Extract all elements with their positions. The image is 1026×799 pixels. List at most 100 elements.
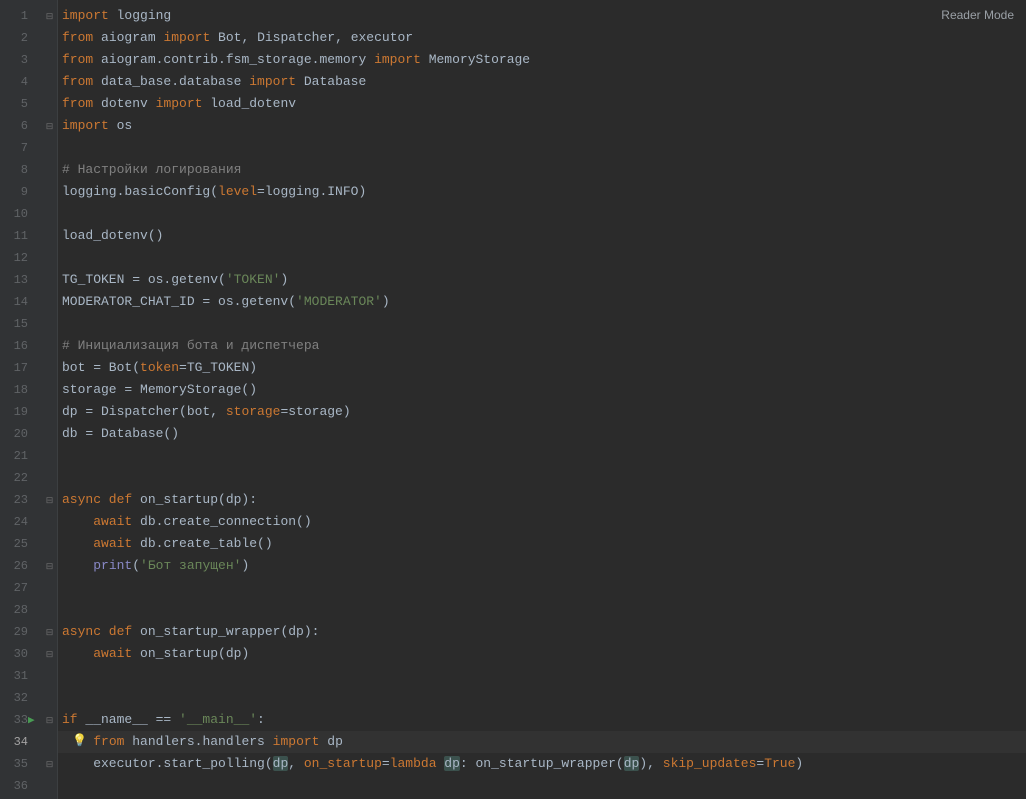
- code-line[interactable]: TG_TOKEN = os.getenv('TOKEN'): [58, 269, 1026, 291]
- fold-marker: [42, 27, 57, 49]
- line-number: 10: [0, 203, 42, 225]
- line-number: 12: [0, 247, 42, 269]
- code-line[interactable]: import logging: [58, 5, 1026, 27]
- run-gutter-icon[interactable]: ▶: [28, 713, 35, 727]
- fold-marker: [42, 401, 57, 423]
- line-number: 15: [0, 313, 42, 335]
- line-number: 24: [0, 511, 42, 533]
- line-number: 3: [0, 49, 42, 71]
- line-number: 36: [0, 775, 42, 797]
- code-line[interactable]: storage = MemoryStorage(): [58, 379, 1026, 401]
- code-line[interactable]: print('Бот запущен'): [58, 555, 1026, 577]
- line-number: 31: [0, 665, 42, 687]
- fold-marker: [42, 687, 57, 709]
- code-line[interactable]: load_dotenv(): [58, 225, 1026, 247]
- fold-marker: [42, 577, 57, 599]
- fold-marker[interactable]: ⊟: [42, 753, 57, 775]
- code-line[interactable]: # Инициализация бота и диспетчера: [58, 335, 1026, 357]
- code-line[interactable]: if __name__ == '__main__':: [58, 709, 1026, 731]
- fold-marker: [42, 291, 57, 313]
- fold-marker: [42, 247, 57, 269]
- fold-marker: [42, 335, 57, 357]
- code-line[interactable]: async def on_startup(dp):: [58, 489, 1026, 511]
- code-line[interactable]: bot = Bot(token=TG_TOKEN): [58, 357, 1026, 379]
- fold-marker: [42, 379, 57, 401]
- code-line[interactable]: [58, 203, 1026, 225]
- line-number: 25: [0, 533, 42, 555]
- fold-marker: [42, 511, 57, 533]
- fold-marker[interactable]: ⊟: [42, 643, 57, 665]
- code-line[interactable]: db = Database(): [58, 423, 1026, 445]
- code-line[interactable]: await db.create_connection(): [58, 511, 1026, 533]
- line-number: 34: [0, 731, 42, 753]
- line-number: 7: [0, 137, 42, 159]
- code-line[interactable]: from aiogram.contrib.fsm_storage.memory …: [58, 49, 1026, 71]
- line-number: 28: [0, 599, 42, 621]
- fold-marker: [42, 203, 57, 225]
- line-number: 35: [0, 753, 42, 775]
- fold-marker[interactable]: ⊟: [42, 5, 57, 27]
- line-number: 20: [0, 423, 42, 445]
- line-number: 16: [0, 335, 42, 357]
- line-number: 22: [0, 467, 42, 489]
- code-line[interactable]: from handlers.handlers import dp: [58, 731, 1026, 753]
- code-line[interactable]: MODERATOR_CHAT_ID = os.getenv('MODERATOR…: [58, 291, 1026, 313]
- fold-marker[interactable]: ⊟: [42, 709, 57, 731]
- code-area[interactable]: import loggingfrom aiogram import Bot, D…: [58, 0, 1026, 799]
- code-line[interactable]: [58, 467, 1026, 489]
- line-number: 32: [0, 687, 42, 709]
- line-number: 9: [0, 181, 42, 203]
- code-line[interactable]: [58, 247, 1026, 269]
- line-number: 21: [0, 445, 42, 467]
- code-line[interactable]: [58, 577, 1026, 599]
- fold-marker: [42, 313, 57, 335]
- fold-marker[interactable]: ⊟: [42, 621, 57, 643]
- reader-mode-label[interactable]: Reader Mode: [941, 8, 1014, 22]
- fold-marker: [42, 665, 57, 687]
- code-line[interactable]: [58, 775, 1026, 797]
- code-line[interactable]: # Настройки логирования: [58, 159, 1026, 181]
- code-line[interactable]: await db.create_table(): [58, 533, 1026, 555]
- code-line[interactable]: from dotenv import load_dotenv: [58, 93, 1026, 115]
- fold-marker: [42, 599, 57, 621]
- code-line[interactable]: [58, 599, 1026, 621]
- fold-marker: [42, 775, 57, 797]
- code-editor[interactable]: 1234567891011121314151617181920212223242…: [0, 0, 1026, 799]
- line-number: 33: [0, 709, 42, 731]
- fold-marker: [42, 731, 57, 753]
- line-number: 30: [0, 643, 42, 665]
- fold-marker[interactable]: ⊟: [42, 489, 57, 511]
- fold-marker: [42, 357, 57, 379]
- line-number: 5: [0, 93, 42, 115]
- fold-gutter[interactable]: ⊟⊟⊟⊟⊟⊟⊟⊟: [42, 0, 58, 799]
- code-line[interactable]: executor.start_polling(dp, on_startup=la…: [58, 753, 1026, 775]
- line-number: 6: [0, 115, 42, 137]
- line-number: 23: [0, 489, 42, 511]
- code-line[interactable]: [58, 687, 1026, 709]
- fold-marker[interactable]: ⊟: [42, 555, 57, 577]
- code-line[interactable]: [58, 445, 1026, 467]
- code-line[interactable]: from aiogram import Bot, Dispatcher, exe…: [58, 27, 1026, 49]
- code-line[interactable]: await on_startup(dp): [58, 643, 1026, 665]
- line-number: 11: [0, 225, 42, 247]
- code-line[interactable]: from data_base.database import Database: [58, 71, 1026, 93]
- fold-marker: [42, 445, 57, 467]
- code-line[interactable]: dp = Dispatcher(bot, storage=storage): [58, 401, 1026, 423]
- intention-bulb-icon[interactable]: 💡: [72, 733, 87, 748]
- code-line[interactable]: async def on_startup_wrapper(dp):: [58, 621, 1026, 643]
- line-number: 1: [0, 5, 42, 27]
- code-line[interactable]: logging.basicConfig(level=logging.INFO): [58, 181, 1026, 203]
- line-number: 17: [0, 357, 42, 379]
- fold-marker: [42, 467, 57, 489]
- code-line[interactable]: import os: [58, 115, 1026, 137]
- line-number: 2: [0, 27, 42, 49]
- line-number: 4: [0, 71, 42, 93]
- line-number: 18: [0, 379, 42, 401]
- fold-marker[interactable]: ⊟: [42, 115, 57, 137]
- code-line[interactable]: [58, 665, 1026, 687]
- code-line[interactable]: [58, 313, 1026, 335]
- line-number: 8: [0, 159, 42, 181]
- fold-marker: [42, 137, 57, 159]
- line-number: 27: [0, 577, 42, 599]
- code-line[interactable]: [58, 137, 1026, 159]
